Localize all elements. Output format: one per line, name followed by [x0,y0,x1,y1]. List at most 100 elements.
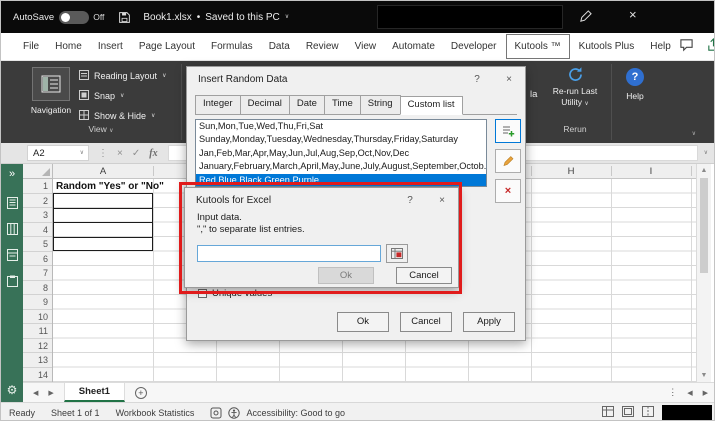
tab-string[interactable]: String [359,95,401,114]
reading-layout-button[interactable]: Reading Layout ∨ [79,66,166,86]
list-item[interactable]: January,February,March,April,May,June,Ju… [196,160,486,173]
gear-icon[interactable]: ⚙ [7,383,18,397]
row-header[interactable]: 4 [23,223,52,237]
select-all-button[interactable] [23,164,53,179]
comments-icon[interactable] [679,38,694,55]
input-data-field[interactable] [197,245,381,262]
expand-pane-icon[interactable]: » [9,168,15,180]
ribbon-tab-insert[interactable]: Insert [90,33,131,60]
ribbon-tab-data[interactable]: Data [261,33,298,60]
dialog-help-icon[interactable]: ? [394,195,426,206]
row-header[interactable]: 10 [23,310,52,324]
column-header-i[interactable]: I [611,164,691,178]
dialog-close-icon[interactable]: × [426,195,458,206]
autosave-toggle[interactable]: AutoSave Off [13,10,104,24]
collapse-ribbon-icon[interactable]: ∨ [692,131,696,137]
scroll-down-icon[interactable]: ▼ [697,372,711,379]
row-header[interactable]: 8 [23,281,52,295]
new-sheet-button[interactable]: + [134,386,147,399]
pen-icon[interactable] [579,10,592,26]
dialog-title-bar[interactable]: Insert Random Data ? × [187,67,525,91]
close-window-icon[interactable]: × [629,7,637,22]
delete-list-button[interactable]: × [495,179,521,203]
add-list-button[interactable] [495,119,521,143]
row-header[interactable]: 1 [23,179,52,194]
help-button[interactable]: ? Help [614,68,656,101]
next-sheet-icon[interactable]: ▶ [48,389,53,397]
row-header[interactable]: 12 [23,339,52,353]
list-item-selected[interactable]: Red,Blue,Black,Green,Purple [196,173,486,186]
show-hide-button[interactable]: Show & Hide ∨ [79,106,166,126]
dialog-help-icon[interactable]: ? [461,74,493,85]
scroll-right-icon[interactable]: ▶ [703,389,708,397]
list-item[interactable]: Jan,Feb,Mar,Apr,May,Jun,Jul,Aug,Sep,Oct,… [196,147,486,160]
share-icon[interactable] [706,38,714,55]
ribbon-tab-kutools[interactable]: Kutools ™ [505,34,570,59]
enter-entry-icon[interactable]: ✓ [132,148,140,159]
ribbon-tab-file[interactable]: File [15,33,47,60]
scrollbar-thumb[interactable] [700,178,708,273]
name-manager-icon[interactable] [6,249,18,261]
page-layout-view-icon[interactable] [622,406,634,419]
unique-values-option[interactable]: Unique values [198,288,272,299]
splitter-icon[interactable]: ⋮ [668,387,677,398]
ribbon-tab-home[interactable]: Home [47,33,90,60]
list-item[interactable]: Sunday,Monday,Tuesday,Wednesday,Thursday… [196,133,486,146]
ribbon-tab-developer[interactable]: Developer [443,33,505,60]
ribbon-tab-view[interactable]: View [347,33,385,60]
row-header[interactable]: 11 [23,324,52,339]
display-settings-icon[interactable] [210,407,222,419]
bordered-range-a2-a5[interactable] [53,193,153,251]
snap-button[interactable]: Snap ∨ [79,86,166,106]
range-selector-button[interactable] [386,244,408,263]
row-header[interactable]: 3 [23,208,52,223]
cancel-entry-icon[interactable]: × [117,148,123,159]
row-header[interactable]: 9 [23,295,52,310]
row-header[interactable]: 13 [23,353,52,368]
ribbon-tab-automate[interactable]: Automate [384,33,443,60]
edit-list-button[interactable] [495,149,521,173]
name-box[interactable]: A2 ∨ [27,145,89,161]
scroll-left-icon[interactable]: ◀ [687,389,692,397]
row-header[interactable]: 7 [23,266,52,281]
ribbon-tab-formulas[interactable]: Formulas [203,33,261,60]
normal-view-icon[interactable] [602,406,614,419]
page-break-view-icon[interactable] [642,406,654,419]
custom-list-box[interactable]: Sun,Mon,Tue,Wed,Thu,Fri,Sat Sunday,Monda… [195,119,487,187]
sheet-tab-sheet1[interactable]: Sheet1 [63,383,125,402]
row-header[interactable]: 2 [23,194,52,208]
ribbon-tab-help[interactable]: Help [642,33,679,60]
rerun-last-utility-button[interactable]: Re-run Last Utility ∨ [543,66,607,108]
dialog-close-icon[interactable]: × [493,74,525,85]
document-title[interactable]: Book1.xlsx • Saved to this PC ∨ [143,12,289,23]
ok-button[interactable]: Ok [337,312,389,332]
tab-time[interactable]: Time [323,95,361,114]
accessibility-status[interactable]: Accessibility: Good to go [246,408,345,418]
cancel-button[interactable]: Cancel [400,312,452,332]
expand-formula-bar-icon[interactable]: ∨ [704,150,708,156]
column-header-h[interactable]: H [531,164,611,178]
save-icon[interactable] [118,11,131,24]
search-bar-redacted[interactable] [377,5,563,29]
clipboard-icon[interactable] [6,275,18,287]
insert-function-icon[interactable]: fx [149,148,157,159]
column-list-icon[interactable] [6,223,18,235]
row-header[interactable]: 5 [23,237,52,252]
tab-date[interactable]: Date [288,95,325,114]
workbook-statistics-button[interactable]: Workbook Statistics [116,408,195,418]
scroll-up-icon[interactable]: ▲ [697,167,711,174]
vertical-scrollbar[interactable]: ▲ ▼ [696,164,711,382]
tab-decimal[interactable]: Decimal [239,95,290,114]
workbook-list-icon[interactable] [6,197,18,209]
view-group-label[interactable]: View ∨ [41,124,161,134]
cell-a1-value[interactable]: Random "Yes" or "No" [56,180,196,193]
ribbon-tab-review[interactable]: Review [298,33,347,60]
row-header[interactable]: 14 [23,368,52,382]
autosave-switch[interactable] [59,10,90,24]
dialog-title-bar[interactable]: Kutools for Excel ? × [185,188,458,212]
accessibility-icon[interactable] [228,406,241,419]
row-header[interactable]: 6 [23,252,52,266]
ok-button[interactable]: Ok [318,267,374,284]
ribbon-tab-kutools-plus[interactable]: Kutools Plus [571,33,643,60]
column-header-a[interactable]: A [53,164,153,178]
